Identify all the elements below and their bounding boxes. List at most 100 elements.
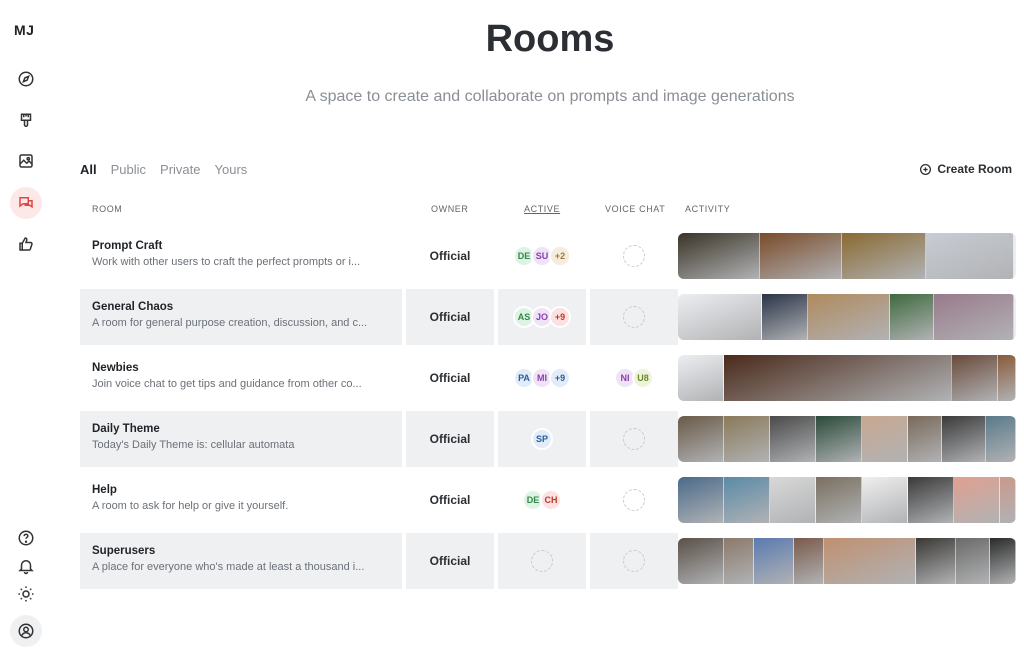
table-row[interactable]: Help A room to ask for help or give it yo… (80, 472, 1018, 528)
chat-icon[interactable] (10, 187, 42, 219)
voice-chat[interactable] (590, 228, 678, 284)
column-owner[interactable]: OWNER (431, 204, 469, 214)
table-row[interactable]: General Chaos A room for general purpose … (80, 289, 1018, 345)
active-avatars: AS JO +9 (513, 306, 571, 328)
brush-icon[interactable] (10, 105, 42, 137)
activity-thumbnail[interactable] (678, 477, 724, 523)
rooms-table: ROOM OWNER ACTIVE VOICE CHAT ACTIVITY Pr… (80, 204, 1018, 589)
activity-thumbnail[interactable] (678, 416, 724, 462)
plus-circle-icon (920, 163, 932, 175)
table-row[interactable]: Daily Theme Today's Daily Theme is: cellu… (80, 411, 1018, 467)
create-room-button[interactable]: Create Room (919, 162, 1012, 176)
user-icon[interactable] (10, 615, 42, 647)
table-row[interactable]: Newbies Join voice chat to get tips and g… (80, 350, 1018, 406)
activity-thumbnail[interactable] (954, 477, 1000, 523)
activity-thumbnails[interactable] (678, 416, 1016, 462)
avatar[interactable]: +9 (549, 367, 571, 389)
room-description: A place for everyone who's made at least… (92, 561, 365, 573)
activity-thumbnail[interactable] (770, 416, 816, 462)
room-owner: Official (406, 289, 494, 345)
activity-thumbnail[interactable] (794, 538, 824, 584)
activity-thumbnail[interactable] (998, 355, 1016, 401)
image-icon[interactable] (10, 145, 42, 177)
sun-icon[interactable] (10, 578, 42, 610)
activity-thumbnail[interactable] (762, 294, 808, 340)
activity-thumbnail[interactable] (678, 355, 724, 401)
filter-yours[interactable]: Yours (215, 162, 248, 177)
activity-thumbnail[interactable] (770, 477, 816, 523)
activity-cell (678, 350, 1018, 406)
activity-thumbnails[interactable] (678, 233, 1016, 279)
activity-thumbnail[interactable] (760, 233, 842, 279)
voice-chat[interactable] (590, 411, 678, 467)
room-owner: Official (429, 249, 471, 263)
room-owner: Official (429, 371, 471, 385)
active-users: PA MI +9 (498, 350, 586, 406)
avatar[interactable]: +2 (549, 245, 571, 267)
activity-thumbnail[interactable] (842, 233, 926, 279)
activity-thumbnail[interactable] (956, 538, 990, 584)
voice-chat[interactable] (590, 472, 678, 528)
activity-cell (678, 411, 1018, 467)
activity-thumbnail[interactable] (724, 416, 770, 462)
avatar[interactable]: SP (531, 428, 553, 450)
activity-thumbnail[interactable] (824, 538, 916, 584)
room-cell[interactable]: Prompt Craft Work with other users to cra… (80, 228, 402, 284)
voice-chat[interactable] (590, 533, 678, 589)
activity-thumbnail[interactable] (862, 477, 908, 523)
room-cell[interactable]: Newbies Join voice chat to get tips and g… (80, 350, 402, 406)
activity-thumbnail[interactable] (908, 477, 954, 523)
filter-public[interactable]: Public (111, 162, 146, 177)
empty-voice-placeholder (623, 489, 645, 511)
activity-thumbnail[interactable] (916, 538, 956, 584)
activity-thumbnail[interactable] (808, 294, 890, 340)
activity-thumbnails[interactable] (678, 294, 1016, 340)
table-row[interactable]: Superusers A place for everyone who's mad… (80, 533, 1018, 589)
activity-thumbnail[interactable] (678, 294, 762, 340)
activity-thumbnail[interactable] (908, 416, 942, 462)
room-cell[interactable]: Help A room to ask for help or give it yo… (80, 472, 402, 528)
activity-thumbnails[interactable] (678, 538, 1016, 584)
activity-thumbnail[interactable] (986, 416, 1016, 462)
avatar[interactable]: +9 (549, 306, 571, 328)
room-name: General Chaos (92, 301, 174, 313)
activity-thumbnail[interactable] (816, 477, 862, 523)
room-description: Join voice chat to get tips and guidance… (92, 378, 362, 390)
filter-all[interactable]: All (80, 162, 97, 177)
activity-cell (678, 289, 1018, 345)
thumbs-up-icon[interactable] (10, 228, 42, 260)
voice-chat[interactable] (590, 289, 678, 345)
avatar[interactable]: U8 (632, 367, 654, 389)
column-voice-chat[interactable]: VOICE CHAT (605, 204, 665, 214)
table-row[interactable]: Prompt Craft Work with other users to cra… (80, 228, 1018, 284)
activity-thumbnail[interactable] (926, 233, 1014, 279)
avatar[interactable]: CH (540, 489, 562, 511)
page-subtitle: A space to create and collaborate on pro… (305, 88, 795, 105)
activity-thumbnail[interactable] (934, 294, 1014, 340)
active-avatars: DE SU +2 (513, 245, 571, 267)
activity-thumbnail[interactable] (942, 416, 986, 462)
activity-thumbnail[interactable] (816, 416, 862, 462)
activity-thumbnail[interactable] (1000, 477, 1016, 523)
room-description: A room for general purpose creation, dis… (92, 317, 368, 329)
activity-thumbnail[interactable] (678, 538, 724, 584)
activity-thumbnail[interactable] (724, 355, 952, 401)
activity-cell (678, 533, 1018, 589)
room-name: Superusers (92, 545, 156, 557)
activity-thumbnail[interactable] (990, 538, 1016, 584)
room-cell[interactable]: Superusers A place for everyone who's mad… (80, 533, 402, 589)
activity-thumbnail[interactable] (754, 538, 794, 584)
activity-thumbnail[interactable] (862, 416, 908, 462)
column-active[interactable]: ACTIVE (524, 204, 560, 214)
room-cell[interactable]: General Chaos A room for general purpose … (80, 289, 402, 345)
activity-thumbnail[interactable] (724, 538, 754, 584)
activity-thumbnail[interactable] (890, 294, 934, 340)
activity-thumbnail[interactable] (952, 355, 998, 401)
voice-chat[interactable]: NI U8 (590, 350, 678, 406)
activity-thumbnail[interactable] (678, 233, 760, 279)
activity-thumbnail[interactable] (724, 477, 770, 523)
activity-thumbnails[interactable] (678, 477, 1016, 523)
filter-private[interactable]: Private (160, 162, 200, 177)
room-cell[interactable]: Daily Theme Today's Daily Theme is: cellu… (80, 411, 402, 467)
activity-thumbnails[interactable] (678, 355, 1016, 401)
